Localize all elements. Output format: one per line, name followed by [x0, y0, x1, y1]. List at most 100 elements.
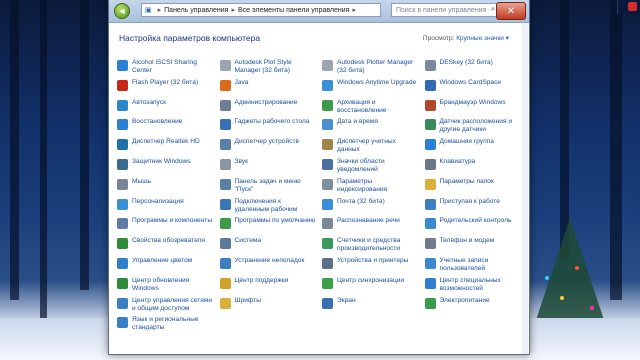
item-label: Диспетчер учетных данных — [337, 138, 396, 154]
item-label: Шрифты — [234, 296, 261, 304]
breadcrumb-all-items[interactable]: Все элементы панели управления — [238, 7, 349, 14]
control-panel-item[interactable]: Почта (32 бита) — [322, 198, 419, 218]
control-panel-item[interactable]: Домашняя группа — [424, 138, 522, 158]
item-label: Программы по умолчанию — [234, 217, 316, 225]
search-icon[interactable]: ⌕ — [491, 6, 495, 14]
control-panel-item[interactable]: Восстановление — [117, 118, 214, 138]
control-panel-item[interactable]: Центр обновления Windows — [117, 277, 214, 297]
item-label: Центр специальных возможностей — [439, 276, 501, 292]
admin-tools-icon — [219, 99, 231, 111]
control-panel-item[interactable]: Счетчики и средства производительности — [322, 237, 419, 257]
item-label: Родительский контроль — [439, 217, 512, 225]
parental-icon — [424, 218, 436, 230]
breadcrumb-control-panel[interactable]: Панель управления — [164, 7, 228, 14]
control-panel-item[interactable]: Администрирование — [219, 99, 317, 119]
control-panel-item[interactable]: Защитник Windows — [117, 158, 214, 178]
control-panel-item[interactable]: Гаджеты рабочего стола — [219, 118, 317, 138]
system-icon — [219, 238, 231, 250]
backup-icon — [322, 99, 333, 111]
color-icon — [117, 257, 128, 269]
control-panel-item[interactable]: Autodesk Plotter Manager (32 бита) — [322, 59, 419, 79]
region-icon — [117, 317, 128, 329]
search-input[interactable]: Поиск в панели управления ⌕ — [391, 3, 499, 17]
control-panel-item[interactable]: Программы и компоненты — [117, 217, 214, 237]
item-label: Устройства и принтеры — [337, 256, 409, 264]
control-panel-item[interactable]: Диспетчер Realtek HD — [117, 138, 214, 158]
item-label: Учетные записи пользователей — [439, 256, 489, 272]
realtek-icon — [117, 139, 128, 151]
control-panel-item[interactable]: Клавиатура — [424, 157, 522, 178]
control-panel-item[interactable]: DESkey (32 бита) — [424, 59, 522, 79]
notification-badge-icon[interactable] — [628, 2, 637, 11]
back-button[interactable]: ◄ — [114, 3, 130, 19]
control-panel-items: Alcohol iSCSI Sharing Center Autodesk Plo… — [117, 59, 521, 336]
page-title: Настройка параметров компьютера — [119, 33, 261, 43]
control-panel-item[interactable]: Дата и время — [322, 118, 419, 138]
control-panel-item[interactable]: Диспетчер учетных данных — [322, 138, 419, 158]
tree-trunk — [10, 0, 19, 300]
control-panel-item[interactable]: Архивация и восстановление — [322, 99, 419, 119]
control-panel-item[interactable]: Диспетчер устройств — [219, 138, 317, 158]
close-button[interactable]: ✕ — [496, 2, 526, 20]
control-panel-item[interactable]: Электропитание — [424, 296, 522, 317]
network-icon — [117, 297, 128, 309]
control-panel-item[interactable]: Устройства и принтеры — [322, 257, 419, 277]
item-label: Панель задач и меню "Пуск" — [234, 177, 301, 193]
control-panel-item[interactable]: Устранение неполадок — [219, 257, 317, 277]
control-panel-item[interactable]: Свойства обозревателя — [117, 237, 214, 257]
control-panel-item[interactable]: Персонализация — [117, 198, 214, 218]
control-panel-item[interactable]: Приступая к работе — [424, 197, 522, 218]
view-by-dropdown[interactable]: Крупные значки ▾ — [456, 35, 509, 42]
control-panel-item[interactable]: Alcohol iSCSI Sharing Center — [117, 59, 214, 79]
control-panel-item[interactable]: Flash Player (32 бита) — [117, 79, 214, 99]
control-panel-item[interactable]: Брандмауэр Windows — [424, 99, 522, 119]
item-label: Клавиатура — [439, 157, 476, 165]
control-panel-item[interactable]: Язык и региональные стандарты — [117, 316, 214, 336]
control-panel-item[interactable]: Windows CardSpace — [424, 78, 522, 99]
control-panel-item[interactable]: Центр поддержки — [219, 277, 317, 297]
control-panel-item[interactable]: Параметры папок — [424, 178, 522, 198]
java-icon — [219, 79, 231, 91]
item-label: Электропитание — [439, 296, 490, 304]
item-label: Система — [234, 237, 262, 245]
clock-icon — [322, 119, 333, 131]
address-bar[interactable]: ▣ ▸ Панель управления ▸ Все элементы пан… — [141, 3, 381, 17]
control-panel-item[interactable]: Значки области уведомлений — [322, 158, 419, 178]
item-label: Параметры индексирования — [337, 177, 388, 193]
control-panel-item[interactable]: Autodesk Plot Style Manager (32 бита) — [219, 59, 317, 79]
item-label: Приступая к работе — [439, 197, 500, 205]
scrollbar[interactable] — [522, 23, 528, 354]
control-panel-item[interactable]: Java — [219, 79, 317, 99]
item-label: Свойства обозревателя — [132, 237, 205, 245]
item-label: Программы и компоненты — [132, 217, 213, 225]
control-panel-item[interactable]: Учетные записи пользователей — [424, 256, 522, 277]
control-panel-item[interactable]: Центр синхронизации — [322, 277, 419, 297]
control-panel-item[interactable]: Распознавание речи — [322, 217, 419, 237]
control-panel-item[interactable]: Экран — [322, 297, 419, 317]
control-panel-item[interactable]: Подключения к удаленным рабочим — [219, 198, 317, 218]
item-label: Распознавание речи — [337, 217, 400, 225]
control-panel-item[interactable]: Звук — [219, 158, 317, 178]
control-panel-item[interactable]: Родительский контроль — [424, 217, 522, 237]
autodesk-icon — [219, 60, 231, 71]
item-label: Windows Anytime Upgrade — [337, 78, 417, 86]
tree-trunk — [80, 0, 89, 290]
control-panel-item[interactable]: Мышь — [117, 178, 214, 198]
control-panel-item[interactable]: Датчик расположения и другие датчики — [424, 118, 522, 138]
control-panel-item[interactable]: Автозапуск — [117, 99, 214, 119]
control-panel-item[interactable]: Программы по умолчанию — [219, 217, 317, 237]
control-panel-item[interactable]: Телефон и модем — [424, 237, 522, 257]
tree-trunk — [40, 0, 47, 330]
control-panel-item[interactable]: Панель задач и меню "Пуск" — [219, 177, 317, 198]
control-panel-item[interactable]: Шрифты — [219, 296, 317, 317]
item-label: Windows CardSpace — [439, 78, 502, 86]
control-panel-item[interactable]: Центр специальных возможностей — [424, 276, 522, 297]
item-label: Autodesk Plotter Manager (32 бита) — [337, 59, 414, 74]
control-panel-item[interactable]: Центр управления сетями и общим доступом — [117, 297, 214, 317]
control-panel-item[interactable]: Windows Anytime Upgrade — [322, 79, 419, 99]
item-label: Дата и время — [337, 118, 378, 126]
control-panel-item[interactable]: Параметры индексирования — [322, 178, 419, 198]
control-panel-item[interactable]: Управление цветом — [117, 257, 214, 277]
control-panel-item[interactable]: Система — [219, 237, 317, 257]
item-label: Значки области уведомлений — [337, 157, 385, 173]
